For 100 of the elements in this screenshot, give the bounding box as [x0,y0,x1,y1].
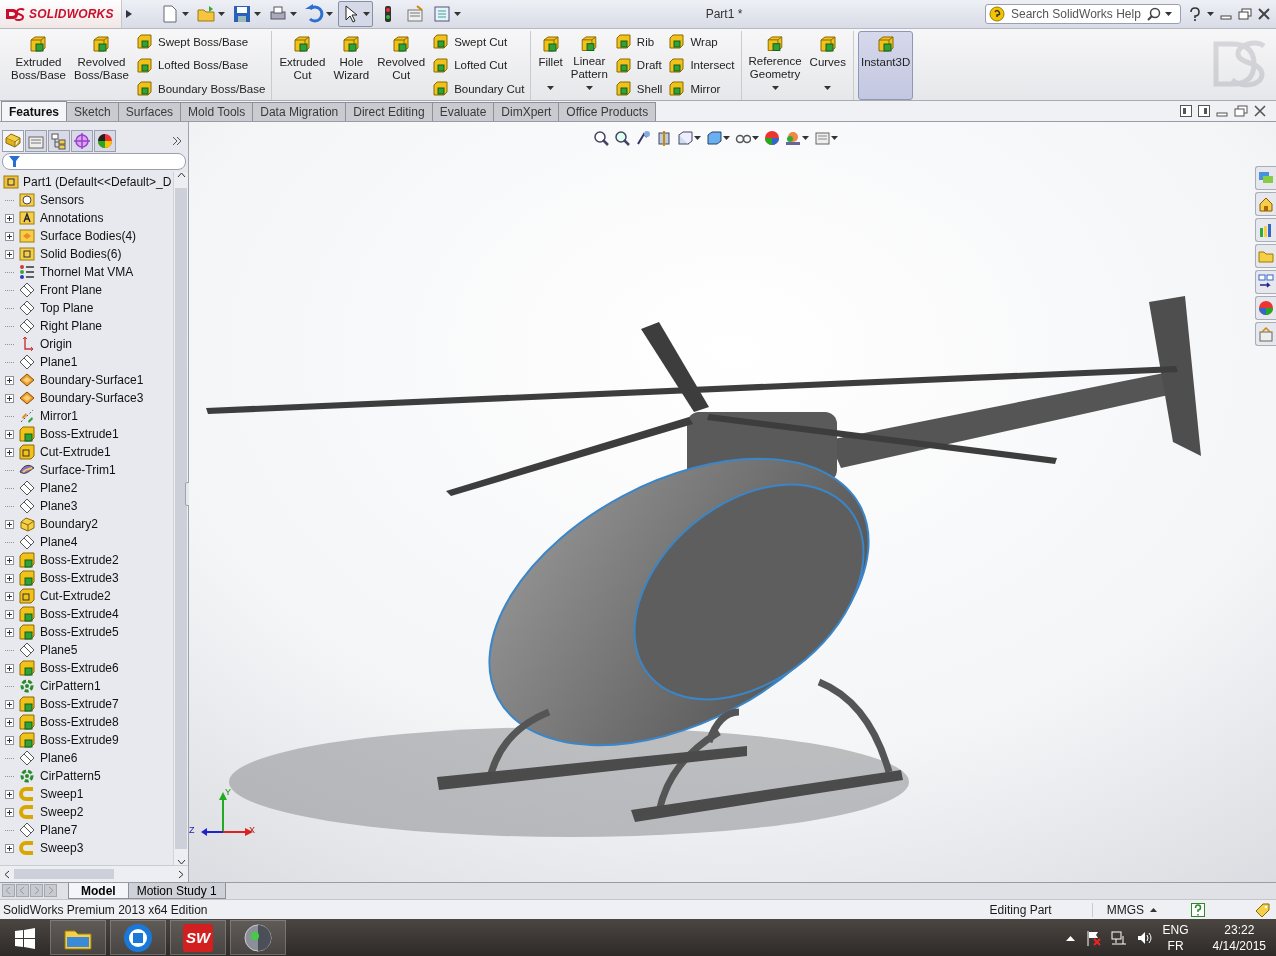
language-indicator[interactable]: ENG FR [1162,921,1189,954]
expand-box[interactable] [5,627,14,637]
clock[interactable]: 23:22 4/14/2015 [1212,921,1266,954]
expand-box[interactable] [5,591,14,601]
caret-icon[interactable] [1207,11,1214,17]
ribbon-button[interactable]: Fillet [535,31,566,100]
caret-icon[interactable] [771,86,779,92]
tree-item[interactable]: Plane4 [40,535,78,549]
caret-icon[interactable] [723,135,730,141]
ribbon-button[interactable]: Linear Pattern [567,31,611,100]
tree-item[interactable]: Sensors [40,193,85,207]
expand-box[interactable] [5,609,14,619]
panel-tab[interactable] [94,129,116,152]
ribbon-button[interactable]: Instant3D [858,31,914,100]
tree-item[interactable]: Boss-Extrude9 [40,733,119,747]
ribbon-button[interactable]: Extruded Boss/Base [8,31,69,100]
taskbar-button[interactable]: SW [170,920,226,955]
show-hidden-icons-icon[interactable] [1065,934,1075,941]
tab[interactable]: Office Products [558,102,657,121]
zoom-area-icon[interactable] [614,130,630,146]
caret-icon[interactable] [831,135,838,141]
task-pane-tab[interactable] [1255,296,1276,320]
expand-box[interactable] [5,393,14,403]
close-icon[interactable] [1258,8,1270,20]
restore-icon[interactable] [1234,105,1248,117]
chevron-right-icon[interactable] [172,135,182,146]
taskbar-button[interactable] [50,920,106,955]
tree-item[interactable]: Sweep3 [40,841,84,855]
save-icon[interactable] [232,4,252,24]
zoom-to-fit-icon[interactable] [593,130,609,146]
tab[interactable]: Mold Tools [180,102,254,121]
tab[interactable]: DimXpert [493,102,560,121]
tree-item[interactable]: Plane7 [40,823,78,837]
expand-box[interactable] [5,735,14,745]
tree-item[interactable]: Sweep1 [40,787,84,801]
tree-item[interactable]: Boss-Extrude7 [40,697,119,711]
tree-item[interactable]: Boundary-Surface3 [40,391,144,405]
tree-item[interactable]: Boundary-Surface1 [40,373,144,387]
tab[interactable]: Model [68,883,129,899]
expand-box[interactable] [5,663,14,673]
tab[interactable]: Motion Study 1 [127,883,226,899]
tree-item[interactable]: Thornel Mat VMA [40,265,134,279]
ribbon-button[interactable]: Draft [612,55,665,75]
tile-horizontal-icon[interactable] [1180,105,1192,117]
task-pane-tab[interactable] [1255,270,1276,294]
tree-item[interactable]: Origin [40,337,72,351]
caret-icon[interactable] [1165,11,1172,17]
tree-item[interactable]: CirPattern1 [40,679,101,693]
flyout-arrow-icon[interactable] [126,10,132,18]
expand-box[interactable] [5,231,14,241]
expand-box[interactable] [5,843,14,853]
tree-item[interactable]: Cut-Extrude1 [40,445,111,459]
tree-item[interactable]: Plane3 [40,499,78,513]
ribbon-button[interactable]: Swept Cut [430,32,527,51]
expand-box[interactable] [5,573,14,583]
close-icon[interactable] [1254,105,1266,117]
tree-item[interactable]: Plane1 [40,355,78,369]
caret-icon[interactable] [290,11,297,17]
units-selector[interactable]: MMGS [1106,902,1144,917]
caret-icon[interactable] [752,135,759,141]
ribbon-button[interactable]: Revolved Boss/Base [71,31,132,100]
help-icon[interactable] [1189,7,1201,21]
expand-box[interactable] [5,213,14,223]
ribbon-button[interactable]: Reference Geometry [745,31,805,100]
tree-item[interactable]: Boss-Extrude3 [40,571,119,585]
ribbon-button[interactable]: Mirror [666,79,737,98]
ribbon-button[interactable]: Lofted Cut [430,55,527,75]
options-icon[interactable] [405,4,425,24]
ribbon-button[interactable]: Boundary Cut [430,79,527,98]
tab[interactable]: Sketch [66,102,119,121]
ribbon-button[interactable]: Revolved Cut [374,31,429,100]
ribbon-button[interactable]: Curves [806,31,849,100]
expand-box[interactable] [5,519,14,529]
tree-item[interactable]: Front Plane [40,283,103,297]
scene-icon[interactable] [785,130,801,146]
display-style-icon[interactable] [706,130,722,146]
caret-icon[interactable] [363,11,370,17]
caret-icon[interactable] [254,11,261,17]
task-pane-tab[interactable] [1255,192,1276,216]
caret-up-icon[interactable] [1150,907,1157,912]
appearance-icon[interactable] [764,130,780,146]
caret-icon[interactable] [824,86,832,91]
section-view-icon[interactable] [656,130,672,146]
flag-icon[interactable] [1084,929,1101,946]
expand-box[interactable] [5,717,14,727]
ribbon-button[interactable]: Extruded Cut [276,31,329,100]
ribbon-button[interactable]: Boundary Boss/Base [133,79,268,98]
ribbon-button[interactable]: Shell [612,79,665,98]
search-field[interactable]: Search SolidWorks Help [985,4,1181,24]
undo-icon[interactable] [304,4,324,24]
caret-icon[interactable] [694,135,701,141]
caret-icon[interactable] [326,11,333,17]
network-icon[interactable] [1110,929,1127,946]
tree-item[interactable]: Boss-Extrude6 [40,661,119,675]
tree-item[interactable]: Part1 (Default<<Default>_D [23,175,172,189]
expand-box[interactable] [5,555,14,565]
tree-item[interactable]: Solid Bodies(6) [40,247,122,261]
task-pane-tab[interactable] [1255,218,1276,242]
tree-item[interactable]: Boss-Extrude4 [40,607,119,621]
tab[interactable]: Features [1,101,68,121]
